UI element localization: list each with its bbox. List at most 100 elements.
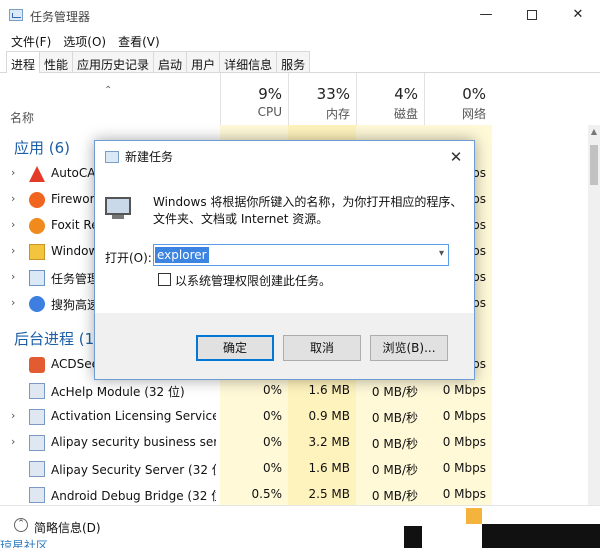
cpu-value: 0%: [262, 461, 282, 475]
column-memory[interactable]: 33% 内存: [288, 73, 356, 125]
network-value: 0 Mbps: [442, 409, 486, 423]
tab-users[interactable]: 用户: [186, 51, 221, 72]
maximize-button[interactable]: [509, 0, 555, 30]
minimize-button[interactable]: —: [463, 0, 509, 30]
tab-processes[interactable]: 进程: [6, 51, 41, 73]
admin-privileges-label[interactable]: 以系统管理权限创建此任务。: [175, 272, 331, 289]
cancel-button[interactable]: 取消: [283, 335, 361, 361]
memory-total: 33%: [316, 85, 350, 103]
tab-performance[interactable]: 性能: [39, 51, 74, 72]
dialog-title: 新建任务: [125, 150, 174, 164]
fewer-details-link[interactable]: 简略信息(D): [34, 519, 101, 536]
group-background: 后台进程 (10: [14, 330, 104, 348]
task-manager-icon: [29, 270, 45, 286]
dialog-button-bar: 确定 取消 浏览(B)...: [95, 313, 474, 379]
window-title: 任务管理器: [30, 10, 91, 24]
disk-value: 0 MB/秒: [371, 437, 418, 451]
tab-app-history[interactable]: 应用历史记录: [72, 51, 155, 72]
network-value: 0 Mbps: [442, 435, 486, 449]
memory-value: 0.9 MB: [308, 409, 350, 423]
foxit-icon: [29, 218, 45, 234]
scrollbar-thumb[interactable]: [590, 145, 598, 185]
column-network[interactable]: 0% 网络: [424, 73, 492, 125]
memory-value: 3.2 MB: [308, 435, 350, 449]
menu-options[interactable]: 选项(O): [58, 30, 111, 50]
autocad-icon: [29, 166, 45, 182]
group-apps: 应用 (6): [14, 139, 71, 157]
title-bar: 任务管理器 — ✕: [0, 0, 600, 30]
tab-services[interactable]: 服务: [276, 51, 311, 72]
table-row[interactable]: › Alipay security business servi... 0% 3…: [0, 430, 588, 456]
open-input[interactable]: explorer ▾: [153, 244, 449, 266]
chevron-down-icon[interactable]: ▾: [439, 248, 444, 259]
network-value: 0 Mbps: [442, 487, 486, 501]
open-input-value[interactable]: explorer: [155, 247, 209, 263]
disk-label: 磁盘: [393, 107, 418, 121]
service-icon: [29, 487, 45, 503]
column-disk[interactable]: 4% 磁盘: [356, 73, 424, 125]
process-name: Alipay Security Server (32 位): [51, 463, 216, 477]
close-button[interactable]: ✕: [555, 0, 600, 30]
cpu-label: CPU: [257, 105, 282, 119]
browse-button[interactable]: 浏览(B)...: [370, 335, 448, 361]
menu-view[interactable]: 查看(V): [113, 30, 165, 50]
admin-privileges-checkbox[interactable]: [158, 273, 171, 286]
folder-icon: [29, 244, 45, 260]
network-total: 0%: [462, 85, 486, 103]
new-task-dialog: 新建任务 ✕ Windows 将根据你所键入的名称，为你打开相应的程序、文件夹、…: [94, 140, 475, 380]
column-name[interactable]: 名称: [10, 109, 34, 126]
process-name: Activation Licensing Service: [51, 409, 216, 423]
menu-bar: 文件(F) 选项(O) 查看(V): [0, 30, 600, 50]
memory-value: 1.6 MB: [308, 383, 350, 397]
tab-details[interactable]: 详细信息: [219, 51, 278, 72]
chevron-right-icon[interactable]: ›: [11, 296, 15, 309]
disk-total: 4%: [394, 85, 418, 103]
memory-value: 2.5 MB: [308, 487, 350, 501]
disk-value: 0 MB/秒: [371, 463, 418, 477]
cpu-value: 0%: [262, 383, 282, 397]
tab-startup[interactable]: 启动: [153, 51, 188, 72]
process-name: Alipay security business servi...: [51, 435, 216, 449]
column-cpu[interactable]: 9% CPU: [220, 73, 288, 125]
open-label: 打开(O):: [105, 251, 152, 265]
chevron-right-icon[interactable]: ›: [11, 270, 15, 283]
network-value: 0 Mbps: [442, 383, 486, 397]
redaction-block: [482, 524, 600, 548]
chevron-up-icon[interactable]: ⌃: [14, 518, 28, 532]
chevron-right-icon[interactable]: ›: [11, 244, 15, 257]
dialog-description: Windows 将根据你所键入的名称，为你打开相应的程序、文件夹、文档或 Int…: [153, 195, 463, 226]
dialog-close-button[interactable]: ✕: [446, 147, 466, 167]
process-name: AcHelp Module (32 位): [51, 385, 185, 399]
service-icon: [29, 383, 45, 399]
disk-value: 0 MB/秒: [371, 489, 418, 503]
chevron-right-icon[interactable]: ›: [11, 409, 15, 422]
process-name: Android Debug Bridge (32 位): [51, 489, 216, 503]
table-row[interactable]: › Activation Licensing Service 0% 0.9 MB…: [0, 404, 588, 430]
disk-value: 0 MB/秒: [371, 411, 418, 425]
tab-bar: 进程 性能 应用历史记录 启动 用户 详细信息 服务: [0, 51, 600, 73]
table-row[interactable]: AcHelp Module (32 位) 0% 1.6 MB 0 MB/秒 0 …: [0, 378, 588, 404]
chevron-right-icon[interactable]: ›: [11, 192, 15, 205]
table-row[interactable]: Alipay Security Server (32 位) 0% 1.6 MB …: [0, 456, 588, 482]
column-header: ⌃ 名称 9% CPU 33% 内存 4% 磁盘 0% 网络: [0, 73, 588, 125]
chevron-right-icon[interactable]: ›: [11, 166, 15, 179]
cpu-total: 9%: [258, 85, 282, 103]
vertical-scrollbar[interactable]: ▲: [588, 125, 600, 505]
ok-button[interactable]: 确定: [196, 335, 274, 361]
service-icon: [29, 435, 45, 451]
cpu-value: 0.5%: [251, 487, 283, 501]
sort-up-icon: ⌃: [104, 85, 113, 96]
run-program-icon: [103, 193, 133, 221]
chevron-right-icon[interactable]: ›: [11, 218, 15, 231]
footer: ⌃ 简略信息(D) 琼星社区: [0, 505, 600, 548]
scroll-up-icon[interactable]: ▲: [588, 127, 600, 136]
chevron-right-icon[interactable]: ›: [11, 435, 15, 448]
table-row[interactable]: Android Debug Bridge (32 位) 0.5% 2.5 MB …: [0, 482, 588, 505]
menu-file[interactable]: 文件(F): [6, 30, 56, 50]
fireworks-icon: [29, 192, 45, 208]
redaction-block: [466, 508, 482, 524]
disk-value: 0 MB/秒: [371, 385, 418, 399]
service-icon: [29, 461, 45, 477]
service-icon: [29, 409, 45, 425]
cpu-value: 0%: [262, 435, 282, 449]
